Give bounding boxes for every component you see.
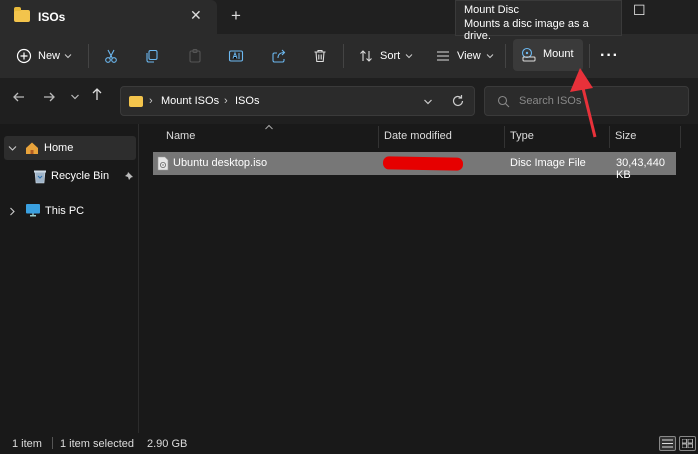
maximize-button[interactable]: ☐	[633, 2, 646, 19]
new-button[interactable]: New	[16, 34, 72, 78]
annotation-arrow-icon	[570, 68, 597, 138]
breadcrumb-mount-isos[interactable]: Mount ISOs	[161, 95, 219, 107]
sidebar-item-this-pc[interactable]: This PC	[0, 199, 136, 223]
chevron-down-icon[interactable]	[8, 144, 17, 153]
pane-divider[interactable]	[138, 124, 139, 433]
selection-count: 1 item selected	[60, 438, 134, 450]
divider	[88, 44, 89, 68]
file-size: 30,43,440 KB	[616, 157, 665, 181]
file-name: Ubuntu desktop.iso	[173, 157, 268, 169]
chevron-down-icon	[71, 94, 79, 100]
sidebar-item-label: This PC	[45, 205, 85, 217]
breadcrumb-separator: ›	[149, 95, 153, 107]
column-divider[interactable]	[378, 126, 379, 148]
sidebar-item-recycle-bin[interactable]: Recycle Bin	[0, 164, 136, 188]
share-icon	[272, 49, 286, 63]
chevron-down-icon[interactable]	[423, 97, 433, 107]
sort-ascending-icon	[265, 124, 273, 130]
delete-button[interactable]	[312, 34, 328, 78]
sort-label: Sort	[380, 50, 401, 62]
new-label: New	[38, 50, 61, 62]
sidebar-item-label: Recycle Bin	[51, 170, 110, 182]
paste-button[interactable]	[187, 34, 203, 78]
up-arrow-icon	[92, 88, 102, 100]
view-icon	[437, 51, 449, 61]
cut-button[interactable]	[103, 34, 119, 78]
new-icon	[16, 48, 32, 64]
breadcrumb-isos[interactable]: ISOs	[235, 95, 259, 107]
navigation-pane: Home Recycle Bin This PC	[0, 124, 138, 433]
folder-icon	[129, 96, 143, 107]
column-header-type[interactable]: Type	[510, 130, 534, 142]
paste-icon	[189, 49, 201, 63]
file-type: Disc Image File	[510, 157, 586, 169]
sidebar-item-label: Home	[44, 142, 74, 154]
divider	[52, 437, 53, 449]
search-icon	[497, 95, 510, 108]
tiles-view-icon	[682, 439, 693, 448]
tooltip-title: Mount Disc	[464, 4, 520, 16]
copy-button[interactable]	[144, 34, 160, 78]
delete-icon	[314, 49, 326, 63]
tab-title: ISOs	[38, 10, 66, 24]
back-button[interactable]	[12, 90, 26, 108]
details-view-icon	[662, 439, 673, 448]
column-divider[interactable]	[504, 126, 505, 148]
redaction-mark	[382, 156, 464, 171]
recent-locations-button[interactable]	[70, 90, 80, 108]
breadcrumb-separator: ›	[224, 95, 228, 107]
column-header-date-modified[interactable]: Date modified	[384, 130, 452, 142]
forward-button[interactable]	[42, 90, 56, 108]
recycle-bin-icon	[34, 170, 46, 184]
cut-icon	[105, 49, 117, 63]
new-tab-button[interactable]: +	[231, 6, 241, 26]
up-button[interactable]	[90, 87, 104, 105]
selection-size: 2.90 GB	[147, 438, 188, 450]
status-bar: 1 item 1 item selected 2.90 GB	[0, 433, 698, 454]
sidebar-item-home[interactable]: Home	[4, 136, 136, 160]
share-button[interactable]	[271, 34, 287, 78]
pc-icon	[26, 204, 40, 217]
tooltip-description: Mounts a disc image as a drive.	[464, 18, 589, 42]
divider	[343, 44, 344, 68]
mount-icon	[521, 47, 536, 62]
chevron-down-icon	[64, 54, 72, 59]
tiles-view-button[interactable]	[679, 436, 696, 451]
tab-isos[interactable]: ISOs ✕	[0, 0, 217, 34]
forward-arrow-icon	[44, 92, 55, 102]
sort-icon	[360, 50, 372, 62]
column-divider[interactable]	[680, 126, 681, 148]
home-icon	[26, 142, 38, 154]
address-bar[interactable]: › Mount ISOs › ISOs	[120, 86, 475, 116]
back-arrow-icon	[13, 92, 24, 102]
chevron-down-icon	[405, 54, 413, 59]
column-header-size[interactable]: Size	[615, 130, 636, 142]
tab-close-button[interactable]: ✕	[190, 7, 202, 24]
rename-icon	[228, 50, 244, 62]
chevron-down-icon	[486, 54, 494, 59]
divider	[505, 44, 506, 68]
refresh-icon[interactable]	[451, 94, 465, 108]
column-header-name[interactable]: Name	[166, 130, 195, 142]
chevron-right-icon[interactable]	[8, 207, 17, 216]
disc-image-file-icon	[157, 156, 169, 171]
folder-icon	[14, 7, 30, 22]
view-label: View	[457, 50, 481, 62]
mount-label: Mount	[543, 48, 574, 60]
rename-button[interactable]	[228, 34, 244, 78]
column-header-row: Name Date modified Type Size	[152, 124, 698, 150]
details-view-button[interactable]	[659, 436, 676, 451]
copy-icon	[146, 49, 158, 63]
mount-tooltip: Mount Disc Mounts a disc image as a driv…	[455, 0, 622, 42]
sort-button[interactable]: Sort	[358, 34, 413, 78]
item-count: 1 item	[12, 438, 42, 450]
pin-icon	[125, 172, 133, 180]
